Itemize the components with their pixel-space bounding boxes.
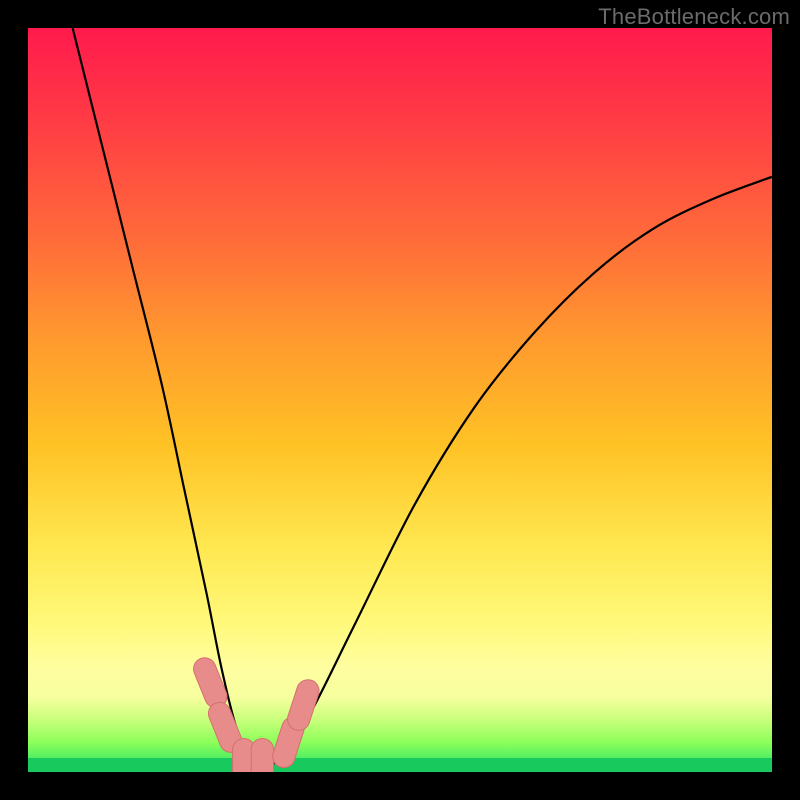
bottleneck-curve (28, 28, 772, 772)
curve-marker (285, 677, 322, 733)
curve-marker (251, 739, 273, 772)
chart-frame (0, 0, 800, 800)
plot-area (28, 28, 772, 772)
watermark-text: TheBottleneck.com (598, 4, 790, 30)
